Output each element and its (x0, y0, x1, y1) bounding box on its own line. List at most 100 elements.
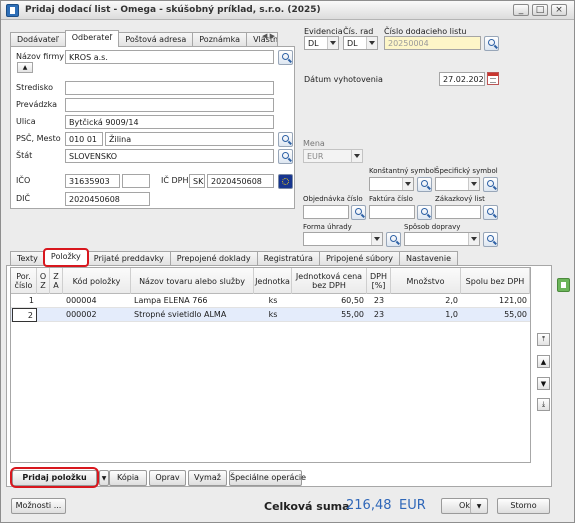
total-value: 216,48 (346, 498, 392, 513)
series-select[interactable]: DL (343, 36, 378, 50)
tab-supplier[interactable]: Dodávateľ (10, 32, 66, 47)
items-grid[interactable]: Por. číslo O Z Z A Kód položky Názov tov… (10, 267, 531, 463)
special-operations-button[interactable]: Špeciálne operácie (229, 470, 306, 486)
evidence-label: Evidencia (304, 27, 343, 36)
dic-label: DIČ (16, 194, 31, 203)
number-label: Číslo dodacieho listu (384, 27, 467, 36)
tab-customer[interactable]: Odberateľ (64, 30, 120, 47)
cancel-button[interactable]: Storno (497, 498, 550, 514)
delivery-search-icon[interactable] (483, 232, 498, 247)
col-unit[interactable]: Jednotka (254, 268, 292, 294)
cell-name: Lampa ELENA 766 (134, 296, 208, 305)
tab-texts[interactable]: Texty (10, 251, 45, 266)
invoice-search-icon[interactable] (417, 205, 432, 220)
order-search-icon[interactable] (351, 205, 366, 220)
number-field[interactable]: 20250004 (384, 36, 481, 50)
next-record-icon[interactable]: ▼ (537, 377, 550, 390)
col-total[interactable]: Spolu bez DPH (461, 268, 530, 294)
cell-quantity: 2,0 (445, 296, 458, 305)
payment-select[interactable] (303, 232, 383, 246)
contract-search-icon[interactable] (483, 205, 498, 220)
company-search-icon[interactable] (278, 50, 293, 65)
ic-dph-prefix-field[interactable]: SK (189, 174, 205, 188)
zip-field[interactable]: 010 01 (65, 132, 103, 146)
last-record-icon[interactable]: ⤓ (537, 398, 550, 411)
delete-button[interactable]: Vymaž (188, 470, 227, 486)
cell-unit-price: 60,50 (341, 296, 364, 305)
tab-registry[interactable]: Registratúra (256, 251, 320, 266)
delivery-select[interactable] (404, 232, 480, 246)
series-value: DL (347, 39, 358, 48)
country-field[interactable]: SLOVENSKO (65, 149, 274, 163)
country-search-icon[interactable] (278, 149, 293, 164)
col-oz[interactable]: O Z (37, 268, 50, 294)
chevron-down-icon (366, 37, 377, 49)
street-field[interactable]: Bytčická 9009/14 (65, 115, 274, 129)
branch-field[interactable] (65, 98, 274, 112)
tab-linked-docs[interactable]: Prepojené doklady (169, 251, 258, 266)
grid-header: Por. číslo O Z Z A Kód položky Názov tov… (11, 268, 530, 294)
maximize-button[interactable]: □ (532, 4, 548, 16)
payment-search-icon[interactable] (386, 232, 401, 247)
evidence-select[interactable]: DL (304, 36, 339, 50)
city-field[interactable]: Žilina (105, 132, 274, 146)
cell-vat: 23 (373, 296, 385, 305)
const-symbol-select[interactable] (369, 177, 414, 191)
specific-symbol-search-icon[interactable] (483, 177, 498, 192)
col-quantity[interactable]: Množstvo (391, 268, 461, 294)
tab-items[interactable]: Položky (42, 248, 89, 267)
col-row-number[interactable]: Por. číslo (11, 268, 37, 294)
eu-flag-icon[interactable] (278, 174, 293, 189)
col-code[interactable]: Kód položky (63, 268, 131, 294)
const-symbol-label: Konštantný symbol (369, 167, 436, 175)
tab-scroll-arrows[interactable]: ◀ ▶ (262, 32, 284, 46)
col-name[interactable]: Názov tovaru alebo služby (131, 268, 254, 294)
city-search-icon[interactable] (278, 132, 293, 147)
order-field[interactable] (303, 205, 349, 219)
invoice-field[interactable] (369, 205, 415, 219)
cell-row-number[interactable]: 2 (12, 308, 37, 322)
center-field[interactable] (65, 81, 274, 95)
tab-advances[interactable]: Prijaté preddavky (86, 251, 171, 266)
tab-postal-address[interactable]: Poštová adresa (118, 32, 194, 47)
dic-field[interactable]: 2020450608 (65, 192, 150, 206)
first-record-icon[interactable]: ⤒ (537, 333, 550, 346)
ic-dph-field[interactable]: 2020450608 (207, 174, 274, 188)
ico-field[interactable]: 31635903 (65, 174, 120, 188)
const-symbol-search-icon[interactable] (417, 177, 432, 192)
cell-vat: 23 (373, 310, 385, 319)
calendar-icon[interactable] (487, 72, 499, 85)
series-label: Čís. rad (343, 27, 374, 36)
table-row[interactable]: 2 000002 Stropné svietidlo ALMA ks 55,00… (11, 308, 530, 322)
minimize-button[interactable]: _ (513, 4, 529, 16)
company-name-field[interactable]: KROS a.s. (65, 50, 274, 64)
ico-extra-field[interactable] (122, 174, 150, 188)
excel-export-icon[interactable] (557, 278, 570, 292)
ok-dropdown[interactable]: ▼ (470, 498, 488, 514)
add-item-dropdown[interactable]: ▼ (99, 470, 109, 486)
collapse-up-icon[interactable]: ▲ (17, 62, 33, 73)
close-button[interactable]: × (551, 4, 567, 16)
chevron-down-icon: ▼ (101, 475, 107, 482)
contract-field[interactable] (435, 205, 481, 219)
table-row[interactable]: 1 000004 Lampa ELENA 766 ks 60,50 23 2,0… (11, 294, 530, 308)
zip-city-label: PSČ, Mesto (16, 134, 61, 143)
edit-button[interactable]: Oprav (149, 470, 186, 486)
issue-date-field[interactable]: 27.02.2025 (439, 72, 485, 86)
col-za[interactable]: Z A (50, 268, 63, 294)
number-search-icon[interactable] (484, 36, 499, 51)
col-vat[interactable]: DPH [%] (367, 268, 391, 294)
tab-note[interactable]: Poznámka (192, 32, 248, 47)
specific-symbol-select[interactable] (435, 177, 480, 191)
tab-settings[interactable]: Nastavenie (399, 251, 458, 266)
cell-total: 55,00 (504, 310, 527, 319)
chevron-down-icon (468, 178, 479, 190)
options-button[interactable]: Možnosti ... (11, 498, 66, 514)
tab-attached-files[interactable]: Pripojené súbory (318, 251, 401, 266)
delivery-label: Spôsob dopravy (404, 223, 461, 231)
previous-record-icon[interactable]: ▲ (537, 355, 550, 368)
col-unit-price[interactable]: Jednotková cena bez DPH (292, 268, 367, 294)
specific-symbol-label: Špecifický symbol (435, 167, 498, 175)
copy-button[interactable]: Kópia (109, 470, 147, 486)
window-title: Pridaj dodací list - Omega - skúšobný pr… (25, 5, 321, 15)
